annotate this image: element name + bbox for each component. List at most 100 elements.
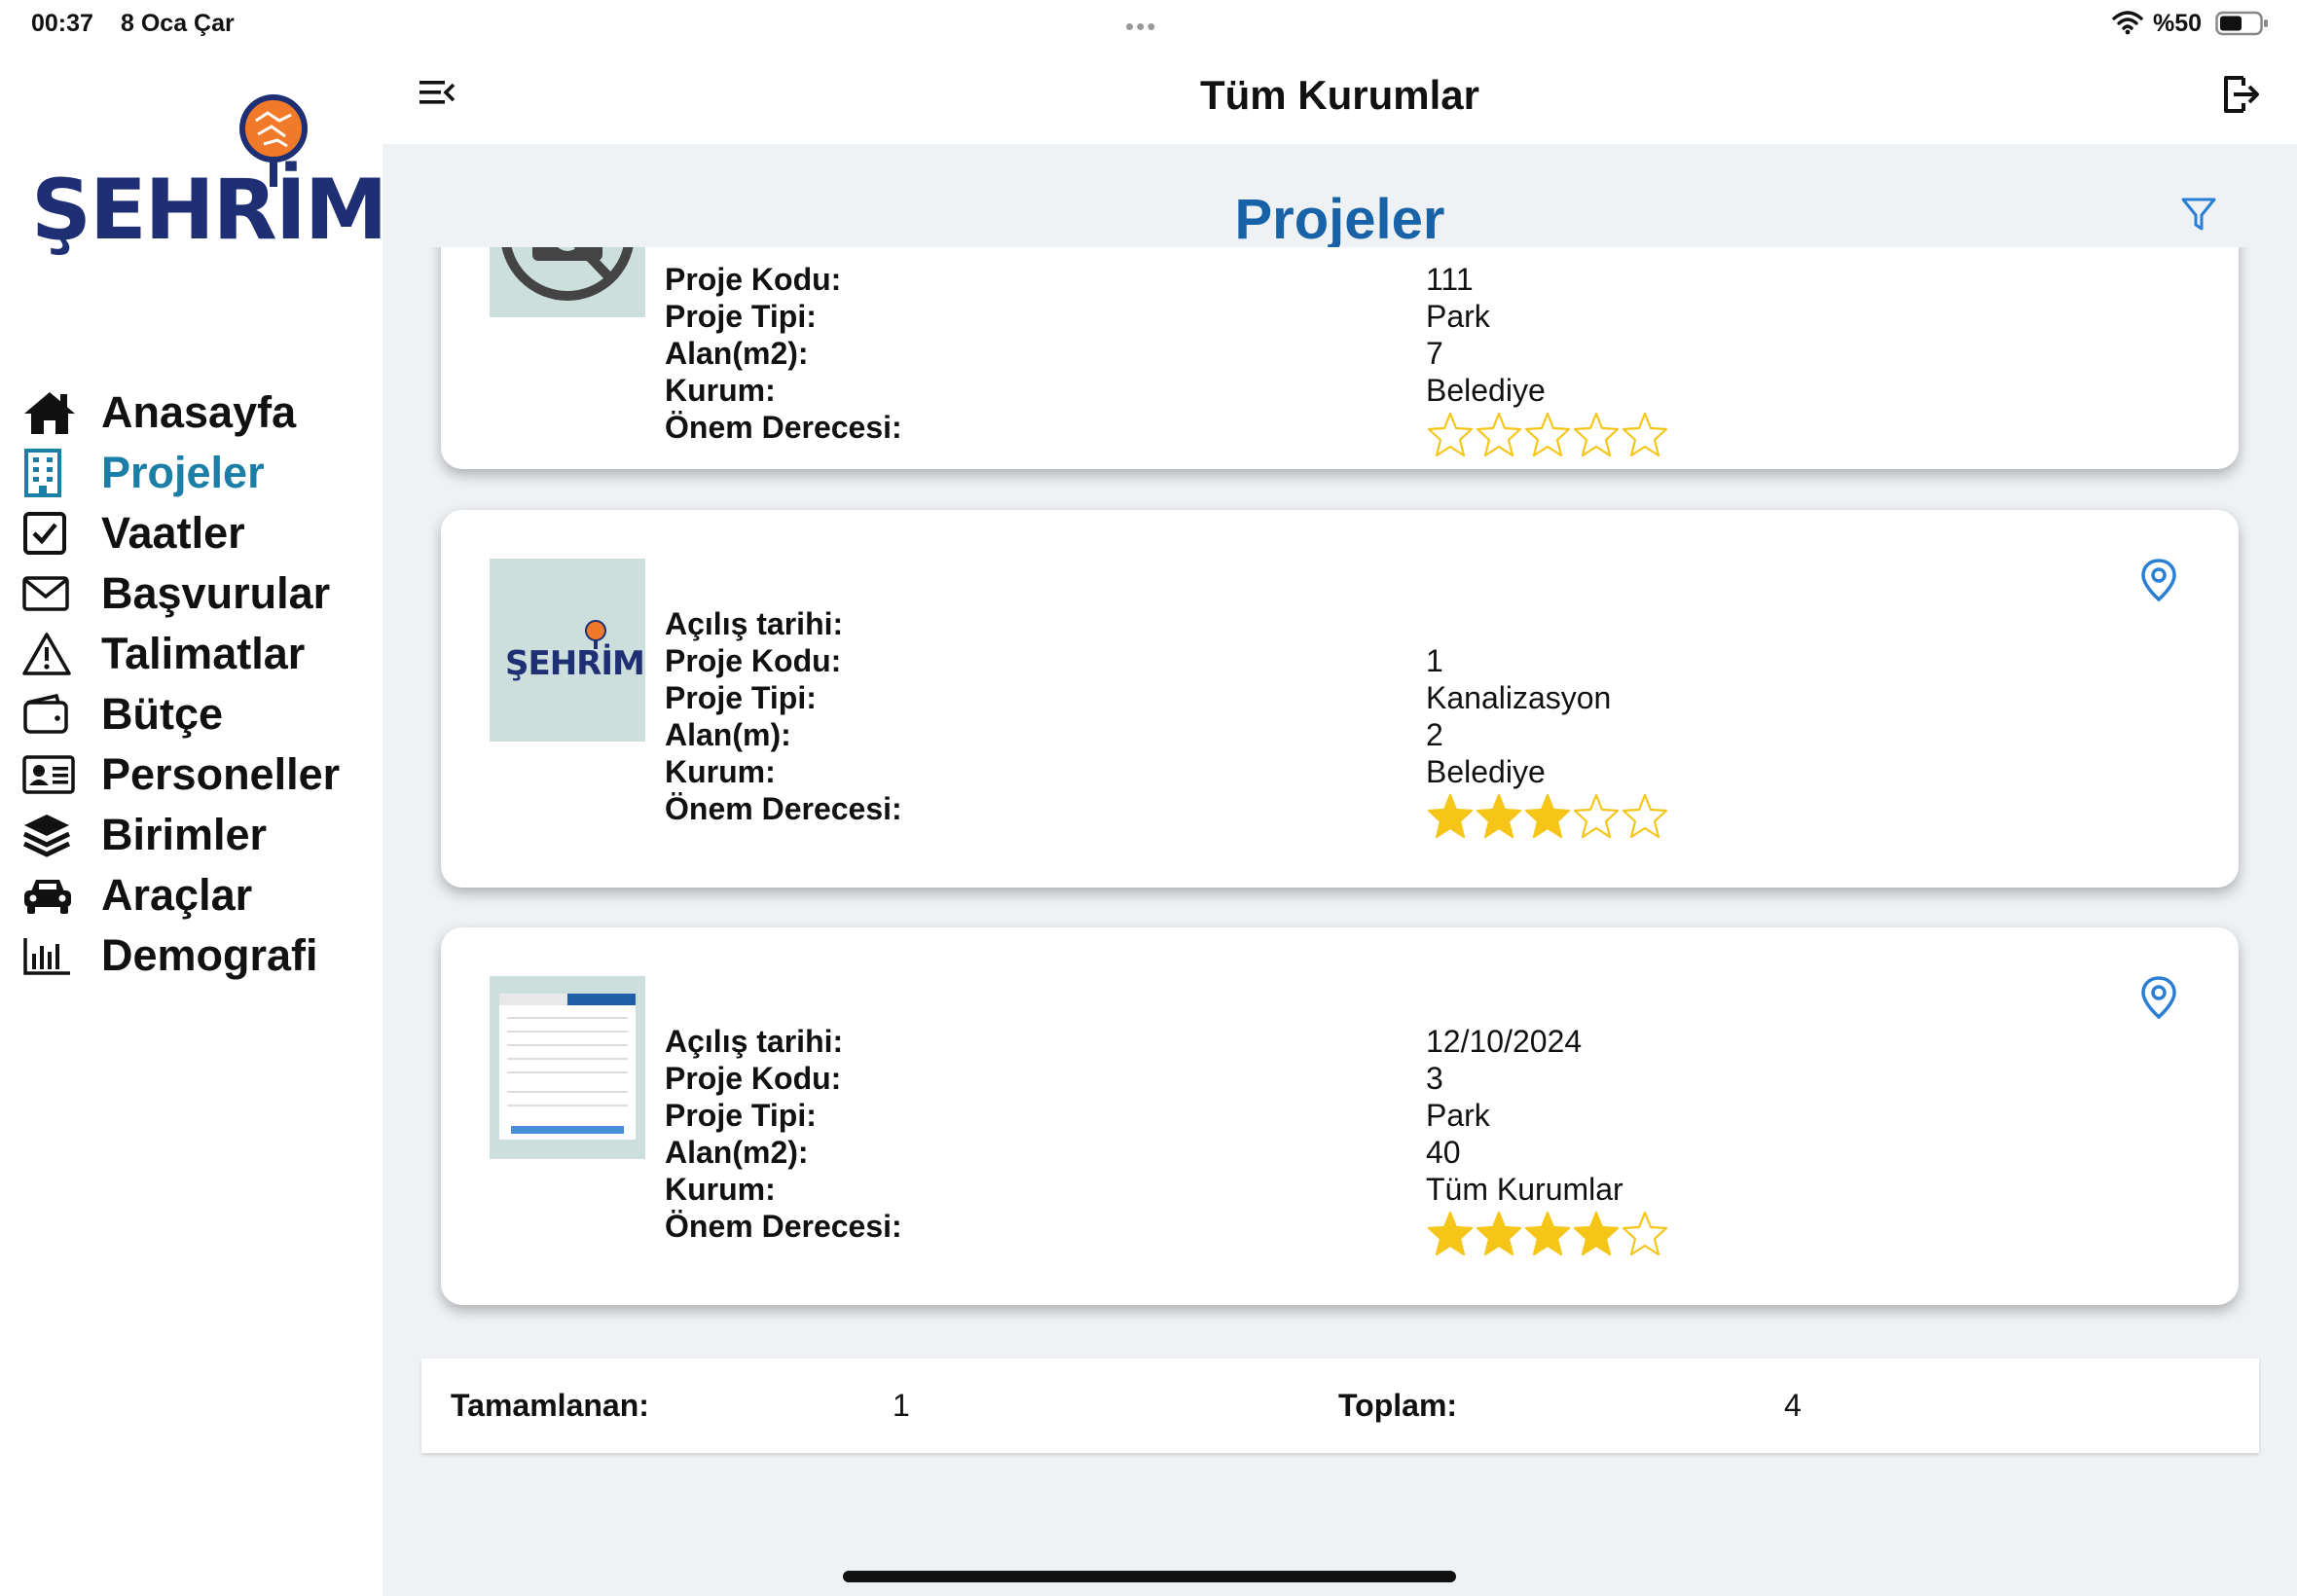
label-proje-kodu: Proje Kodu: bbox=[665, 643, 842, 678]
rating-stars bbox=[1426, 1210, 1669, 1258]
sidebar-item-vaatler[interactable]: Vaatler bbox=[21, 502, 382, 564]
star-filled-icon bbox=[1427, 1211, 1474, 1256]
project-list[interactable]: Proje Kodu: Proje Tipi: Alan(m2): Kurum:… bbox=[383, 247, 2297, 1473]
value-alan: 7 bbox=[1426, 336, 1443, 371]
star-filled-icon bbox=[1476, 1211, 1522, 1256]
value-kurum: Belediye bbox=[1426, 754, 1546, 789]
star-empty-icon bbox=[1573, 412, 1620, 457]
label-onem-derecesi: Önem Derecesi: bbox=[665, 410, 902, 445]
main-content: Projeler Proje Kodu: Proje Tipi: Alan(m2… bbox=[383, 144, 2297, 1596]
app-logo: ŞEHRİM bbox=[29, 91, 387, 259]
sidebar-item-label: Projeler bbox=[101, 448, 265, 497]
sidebar-item-label: Personeller bbox=[101, 749, 341, 799]
logo-text: ŞEHRİM bbox=[31, 162, 387, 259]
value-kurum: Tüm Kurumlar bbox=[1426, 1172, 1623, 1207]
value-acilis-tarihi bbox=[1426, 605, 1669, 642]
wallet-icon bbox=[21, 687, 82, 742]
summary-bar: Tamamlanan: 1 Toplam: 4 bbox=[421, 1359, 2259, 1453]
sidebar-item-label: Demografi bbox=[101, 930, 318, 980]
status-date: 8 Oca Çar bbox=[121, 10, 235, 37]
top-header: Tüm Kurumlar bbox=[383, 49, 2297, 144]
total-label: Toplam: bbox=[1338, 1388, 1458, 1423]
sidebar-item-basvurular[interactable]: Başvurular bbox=[21, 562, 382, 625]
sidebar-item-butce[interactable]: Bütçe bbox=[21, 683, 382, 745]
warning-icon bbox=[21, 627, 82, 681]
sidebar-item-personeller[interactable]: Personeller bbox=[21, 744, 382, 806]
home-icon bbox=[21, 385, 82, 440]
sidebar-item-araclar[interactable]: Araçlar bbox=[21, 864, 382, 926]
project-labels: Açılış tarihi: Proje Kodu: Proje Tipi: A… bbox=[665, 605, 902, 827]
project-card[interactable]: ŞEHRİM Açılış tarihi: Proje Kodu: Proje … bbox=[441, 510, 2239, 888]
sidebar-item-demografi[interactable]: Demografi bbox=[21, 925, 382, 987]
sidebar-item-projeler[interactable]: Projeler bbox=[21, 442, 382, 504]
project-values: 111 Park 7 Belediye bbox=[1426, 261, 1669, 459]
project-thumbnail: ŞEHRİM bbox=[490, 559, 645, 742]
value-proje-tipi: Kanalizasyon bbox=[1426, 680, 1612, 715]
multitask-dots-icon[interactable]: ••• bbox=[1125, 12, 1157, 42]
label-kurum: Kurum: bbox=[665, 754, 776, 789]
value-proje-kodu: 3 bbox=[1426, 1061, 1443, 1096]
value-proje-kodu: 1 bbox=[1426, 643, 1443, 678]
label-alan: Alan(m): bbox=[665, 717, 791, 752]
star-filled-icon bbox=[1476, 793, 1522, 839]
value-proje-tipi: Park bbox=[1426, 1098, 1490, 1133]
no-photo-icon bbox=[501, 247, 634, 301]
sidebar-item-birimler[interactable]: Birimler bbox=[21, 804, 382, 866]
battery-icon bbox=[2215, 11, 2268, 36]
battery-percentage: %50 bbox=[2153, 10, 2203, 37]
bar-chart-icon bbox=[21, 928, 82, 983]
value-alan: 40 bbox=[1426, 1135, 1461, 1170]
map-pin-icon[interactable] bbox=[2139, 557, 2178, 603]
page-title: Projeler bbox=[1234, 188, 1445, 251]
completed-label: Tamamlanan: bbox=[451, 1388, 649, 1423]
star-filled-icon bbox=[1573, 1211, 1620, 1256]
id-card-icon bbox=[21, 747, 82, 802]
star-filled-icon bbox=[1524, 1211, 1571, 1256]
status-time: 00:37 bbox=[31, 10, 93, 37]
star-empty-icon bbox=[1573, 793, 1620, 839]
project-values: 12/10/2024 3 Park 40 Tüm Kurumlar bbox=[1426, 1023, 1669, 1258]
sidebar-item-label: Anasayfa bbox=[101, 387, 297, 437]
label-proje-kodu: Proje Kodu: bbox=[665, 262, 842, 297]
star-empty-icon bbox=[1622, 1211, 1668, 1256]
project-values: 1 Kanalizasyon 2 Belediye bbox=[1426, 605, 1669, 841]
label-onem-derecesi: Önem Derecesi: bbox=[665, 1209, 902, 1244]
sidebar-item-talimatlar[interactable]: Talimatlar bbox=[21, 623, 382, 685]
sidebar: ŞEHRİM Anasayfa Projeler Vaatler Başvuru… bbox=[0, 49, 387, 1596]
value-proje-kodu: 111 bbox=[1426, 262, 1474, 297]
mail-icon bbox=[21, 566, 82, 621]
project-card[interactable]: Açılış tarihi: Proje Kodu: Proje Tipi: A… bbox=[441, 927, 2239, 1305]
star-empty-icon bbox=[1524, 412, 1571, 457]
checkbox-icon bbox=[21, 506, 82, 561]
project-labels: Açılış tarihi: Proje Kodu: Proje Tipi: A… bbox=[665, 1023, 902, 1245]
label-alan: Alan(m2): bbox=[665, 336, 809, 371]
sidebar-item-anasayfa[interactable]: Anasayfa bbox=[21, 381, 382, 444]
label-proje-kodu: Proje Kodu: bbox=[665, 1061, 842, 1096]
label-kurum: Kurum: bbox=[665, 373, 776, 408]
label-onem-derecesi: Önem Derecesi: bbox=[665, 791, 902, 826]
rating-stars bbox=[1426, 792, 1669, 841]
value-acilis-tarihi: 12/10/2024 bbox=[1426, 1024, 1583, 1059]
star-empty-icon bbox=[1622, 412, 1668, 457]
star-filled-icon bbox=[1524, 793, 1571, 839]
logout-icon[interactable] bbox=[2220, 72, 2263, 117]
map-pin-icon[interactable] bbox=[2139, 974, 2178, 1021]
label-acilis-tarihi: Açılış tarihi: bbox=[665, 606, 844, 641]
star-empty-icon bbox=[1427, 412, 1474, 457]
value-proje-tipi: Park bbox=[1426, 299, 1490, 334]
sidebar-item-label: Talimatlar bbox=[101, 629, 306, 678]
label-acilis-tarihi: Açılış tarihi: bbox=[665, 1024, 844, 1059]
project-labels: Proje Kodu: Proje Tipi: Alan(m2): Kurum:… bbox=[665, 261, 902, 446]
wifi-icon bbox=[2112, 11, 2143, 35]
filter-icon[interactable] bbox=[2179, 195, 2218, 234]
sidebar-item-label: Bütçe bbox=[101, 689, 224, 739]
building-icon bbox=[21, 446, 82, 500]
sidebar-item-label: Araçlar bbox=[101, 870, 253, 920]
sidebar-item-label: Birimler bbox=[101, 810, 268, 859]
layers-icon bbox=[21, 808, 82, 862]
project-card[interactable]: Proje Kodu: Proje Tipi: Alan(m2): Kurum:… bbox=[441, 247, 2239, 469]
project-thumbnail bbox=[490, 976, 645, 1159]
thumbnail-logo-text: ŞEHRİM bbox=[505, 644, 645, 683]
value-alan: 2 bbox=[1426, 717, 1443, 752]
home-indicator[interactable] bbox=[843, 1571, 1456, 1582]
